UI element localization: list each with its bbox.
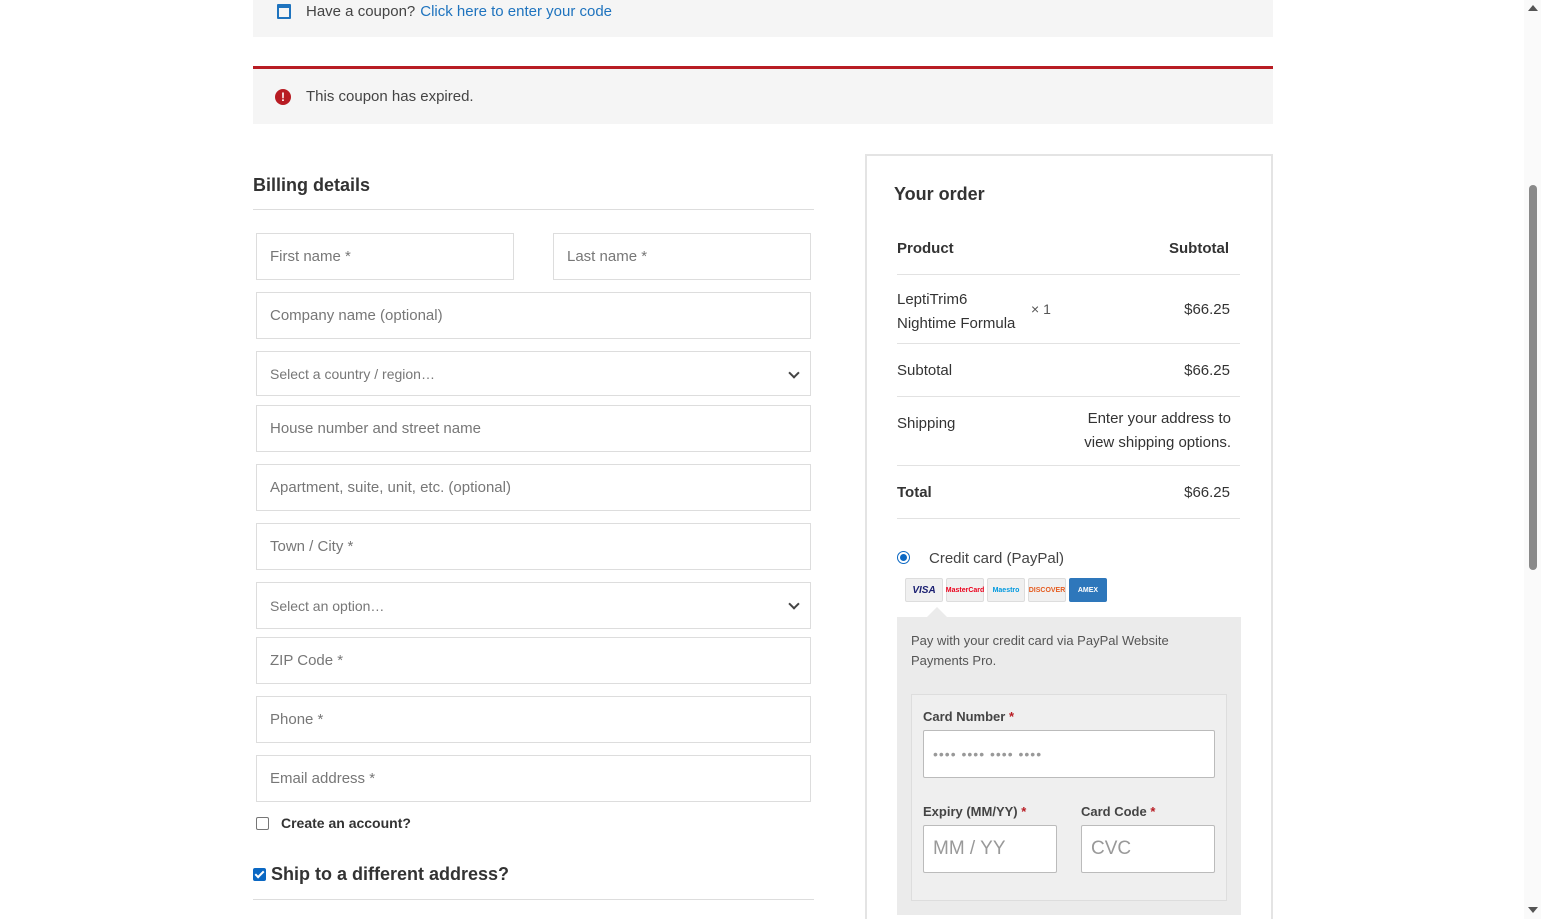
- last-name-placeholder: Last name *: [567, 248, 648, 265]
- subtotal-value: $66.25: [1184, 362, 1230, 379]
- company-field[interactable]: Company name (optional): [256, 292, 811, 339]
- country-select[interactable]: Select a country / region…: [256, 351, 811, 396]
- card-code-input[interactable]: CVC: [1081, 825, 1215, 873]
- scroll-down-arrow-icon[interactable]: [1528, 907, 1538, 913]
- phone-placeholder: Phone *: [270, 711, 324, 728]
- coupon-error-notice: ! This coupon has expired.: [253, 66, 1273, 124]
- country-placeholder: Select a country / region…: [270, 365, 435, 382]
- page-scrollbar[interactable]: [1524, 0, 1541, 919]
- billing-divider: [253, 209, 814, 210]
- shipping-row: Shipping Enter your address to view ship…: [897, 397, 1240, 466]
- card-logos: VISA MasterCard Maestro DISCOVER AMEX: [905, 578, 1107, 602]
- zip-placeholder: ZIP Code *: [270, 652, 344, 669]
- item-price: $66.25: [1184, 301, 1230, 318]
- create-account-checkbox[interactable]: [256, 816, 269, 830]
- card-number-label: Card Number *: [923, 709, 1014, 724]
- item-quantity: × 1: [1031, 301, 1051, 317]
- order-title: Your order: [894, 184, 985, 204]
- item-name-line1: LeptiTrim6: [897, 291, 968, 308]
- city-placeholder: Town / City *: [270, 538, 354, 555]
- amex-icon: AMEX: [1069, 578, 1107, 602]
- state-select[interactable]: Select an option…: [256, 582, 811, 629]
- scroll-up-arrow-icon[interactable]: [1528, 5, 1538, 11]
- shipping-value-line1: Enter your address to: [1087, 410, 1231, 427]
- address-line1-field[interactable]: House number and street name: [256, 405, 811, 452]
- item-name: LeptiTrim6 Nightime Formula: [897, 288, 1015, 336]
- address-line2-field[interactable]: Apartment, suite, unit, etc. (optional): [256, 464, 811, 511]
- shipping-value-line2: view shipping options.: [1084, 434, 1231, 451]
- create-account-option[interactable]: Create an account?: [256, 815, 411, 831]
- card-number-input[interactable]: •••• •••• •••• ••••: [923, 730, 1215, 778]
- subtotal-label: Subtotal: [897, 362, 953, 379]
- coupon-error-text: This coupon has expired.: [306, 88, 474, 105]
- coupon-notice-text: Have a coupon?: [306, 3, 416, 20]
- card-code-placeholder: CVC: [1091, 838, 1132, 859]
- create-account-label[interactable]: Create an account?: [281, 815, 411, 831]
- mastercard-icon: MasterCard: [946, 578, 984, 602]
- shipping-value: Enter your address to view shipping opti…: [1084, 407, 1231, 455]
- city-field[interactable]: Town / City *: [256, 523, 811, 570]
- total-value: $66.25: [1184, 484, 1230, 501]
- ship-different-checkbox[interactable]: [253, 868, 266, 881]
- order-item-row: LeptiTrim6 Nightime Formula × 1 $66.25: [897, 275, 1240, 344]
- card-number-label-text: Card Number: [923, 709, 1006, 724]
- exclamation-icon: !: [275, 88, 291, 105]
- calendar-icon: [277, 4, 291, 19]
- required-mark: *: [1021, 804, 1027, 819]
- zip-field[interactable]: ZIP Code *: [256, 637, 811, 684]
- enter-coupon-link[interactable]: Click here to enter your code: [420, 3, 612, 20]
- credit-card-radio[interactable]: [897, 551, 910, 564]
- shipping-divider: [253, 899, 814, 900]
- state-placeholder: Select an option…: [270, 597, 385, 614]
- subtotal-row: Subtotal $66.25: [897, 344, 1240, 397]
- company-placeholder: Company name (optional): [270, 307, 443, 324]
- item-name-line2: Nightime Formula: [897, 315, 1016, 332]
- total-label: Total: [897, 484, 932, 501]
- chevron-down-icon: [788, 367, 800, 379]
- card-code-label: Card Code *: [1081, 804, 1155, 819]
- expiry-label-text: Expiry (MM/YY): [923, 804, 1018, 819]
- last-name-field[interactable]: Last name *: [553, 233, 811, 280]
- ship-different-label[interactable]: Ship to a different address?: [271, 864, 509, 885]
- chevron-down-icon: [788, 598, 800, 610]
- maestro-icon: Maestro: [987, 578, 1025, 602]
- required-mark: *: [1150, 804, 1156, 819]
- card-number-placeholder: •••• •••• •••• ••••: [933, 746, 1043, 762]
- credit-card-label[interactable]: Credit card (PayPal): [929, 550, 1064, 567]
- required-mark: *: [1008, 709, 1015, 724]
- email-field[interactable]: Email address *: [256, 755, 811, 802]
- scrollbar-thumb[interactable]: [1529, 185, 1537, 570]
- shipping-label: Shipping: [897, 415, 956, 432]
- product-column-header: Product: [897, 240, 954, 257]
- card-code-label-text: Card Code: [1081, 804, 1147, 819]
- expiry-placeholder: MM / YY: [933, 838, 1006, 859]
- total-row: Total $66.25: [897, 466, 1240, 519]
- payment-description: Pay with your credit card via PayPal Web…: [911, 633, 1169, 668]
- expiry-label: Expiry (MM/YY) *: [923, 804, 1026, 819]
- ship-different-option[interactable]: Ship to a different address?: [253, 864, 509, 885]
- first-name-field[interactable]: First name *: [256, 233, 514, 280]
- phone-field[interactable]: Phone *: [256, 696, 811, 743]
- address-line1-placeholder: House number and street name: [270, 420, 481, 437]
- order-table-header: Product Subtotal: [897, 230, 1240, 275]
- email-placeholder: Email address *: [270, 770, 376, 787]
- subtotal-column-header: Subtotal: [1169, 240, 1229, 257]
- expiry-input[interactable]: MM / YY: [923, 825, 1057, 873]
- visa-icon: VISA: [905, 578, 943, 602]
- billing-title: Billing details: [253, 175, 371, 195]
- discover-icon: DISCOVER: [1028, 578, 1066, 602]
- coupon-notice: Have a coupon? Click here to enter your …: [253, 0, 1273, 37]
- first-name-placeholder: First name *: [270, 248, 351, 265]
- address-line2-placeholder: Apartment, suite, unit, etc. (optional): [270, 479, 511, 496]
